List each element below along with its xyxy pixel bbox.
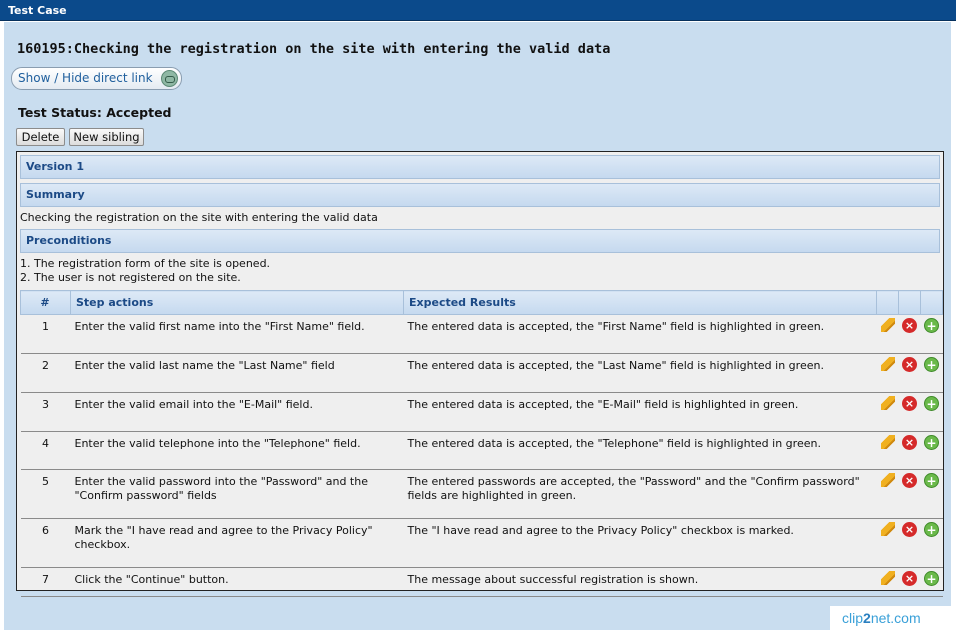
expected-result: The entered data is accepted, the "E-Mai… (403, 392, 877, 432)
delete-icon[interactable]: × (902, 357, 917, 372)
show-hide-direct-link-button[interactable]: Show / Hide direct link (11, 67, 182, 90)
table-row: 4 Enter the valid telephone into the "Te… (20, 431, 943, 470)
step-number: 3 (20, 392, 71, 432)
test-case-title: 160195:Checking the registration on the … (17, 41, 611, 57)
column-header-edit (876, 290, 899, 315)
summary-text: Checking the registration on the site wi… (20, 211, 378, 224)
delete-icon[interactable]: × (902, 435, 917, 450)
add-icon[interactable]: + (924, 318, 939, 333)
watermark-part: .com (890, 610, 921, 626)
preconditions-header: Preconditions (20, 229, 940, 253)
step-action: Enter the valid password into the "Passw… (70, 469, 404, 519)
table-row: 3 Enter the valid email into the "E-Mail… (20, 392, 943, 432)
add-icon[interactable]: + (924, 473, 939, 488)
steps-table: # Step actions Expected Results 1 Enter … (20, 290, 943, 597)
step-action: Enter the valid last name the "Last Name… (70, 353, 404, 393)
step-action: Enter the valid first name into the "Fir… (70, 314, 404, 354)
link-button-label: Show / Hide direct link (18, 71, 153, 85)
step-number: 6 (20, 518, 71, 568)
watermark-part: 2 (863, 610, 871, 626)
column-header-step-actions: Step actions (70, 290, 404, 315)
expected-result: The entered data is accepted, the "Last … (403, 353, 877, 393)
pencil-icon[interactable] (880, 357, 895, 371)
table-row: 7 Click the "Continue" button. The messa… (20, 567, 943, 597)
summary-header: Summary (20, 183, 940, 207)
clip2net-watermark: clip2net.com (830, 606, 956, 630)
add-icon[interactable]: + (924, 522, 939, 537)
pencil-icon[interactable] (880, 473, 895, 487)
pencil-icon[interactable] (880, 522, 895, 536)
step-action: Enter the valid telephone into the "Tele… (70, 431, 404, 470)
step-number: 1 (20, 314, 71, 354)
precondition-item: 2. The user is not registered on the sit… (20, 271, 241, 284)
expected-result: The "I have read and agree to the Privac… (403, 518, 877, 568)
expected-result: The entered passwords are accepted, the … (403, 469, 877, 519)
step-number: 7 (20, 567, 71, 597)
delete-icon[interactable]: × (902, 473, 917, 488)
steps-table-header: # Step actions Expected Results (20, 290, 943, 315)
add-icon[interactable]: + (924, 357, 939, 372)
step-number: 5 (20, 469, 71, 519)
delete-icon[interactable]: × (902, 571, 917, 586)
step-number: 2 (20, 353, 71, 393)
table-row: 1 Enter the valid first name into the "F… (20, 314, 943, 354)
table-row: 5 Enter the valid password into the "Pas… (20, 469, 943, 519)
delete-button[interactable]: Delete (16, 128, 65, 146)
add-icon[interactable]: + (924, 396, 939, 411)
table-row: 2 Enter the valid last name the "Last Na… (20, 353, 943, 393)
watermark-part: clip (842, 610, 864, 626)
step-action: Enter the valid email into the "E-Mail" … (70, 392, 404, 432)
new-sibling-button[interactable]: New sibling (69, 128, 144, 146)
column-header-expected-results: Expected Results (403, 290, 877, 315)
version-panel: Version 1 Summary Checking the registrat… (16, 151, 944, 597)
delete-icon[interactable]: × (902, 318, 917, 333)
pencil-icon[interactable] (880, 318, 895, 332)
expected-result: The entered data is accepted, the "Telep… (403, 431, 877, 470)
step-action: Mark the "I have read and agree to the P… (70, 518, 404, 568)
column-header-num: # (20, 290, 71, 315)
version-header[interactable]: Version 1 (20, 155, 940, 179)
pencil-icon[interactable] (880, 435, 895, 449)
watermark-part: net (870, 610, 891, 626)
precondition-item: 1. The registration form of the site is … (20, 257, 271, 270)
content-area: 160195:Checking the registration on the … (4, 22, 951, 630)
table-row: 6 Mark the "I have read and agree to the… (20, 518, 943, 568)
pencil-icon[interactable] (880, 571, 895, 585)
link-chain-icon (161, 70, 178, 87)
test-status: Test Status: Accepted (18, 105, 172, 120)
delete-icon[interactable]: × (902, 522, 917, 537)
step-number: 4 (20, 431, 71, 470)
column-header-delete (898, 290, 921, 315)
window-title: Test Case (0, 0, 956, 21)
add-icon[interactable]: + (924, 571, 939, 586)
expected-result: The entered data is accepted, the "First… (403, 314, 877, 354)
column-header-add (920, 290, 943, 315)
delete-icon[interactable]: × (902, 396, 917, 411)
expected-result: The message about successful registratio… (403, 567, 877, 597)
step-action: Click the "Continue" button. (70, 567, 404, 597)
pencil-icon[interactable] (880, 396, 895, 410)
add-icon[interactable]: + (924, 435, 939, 450)
